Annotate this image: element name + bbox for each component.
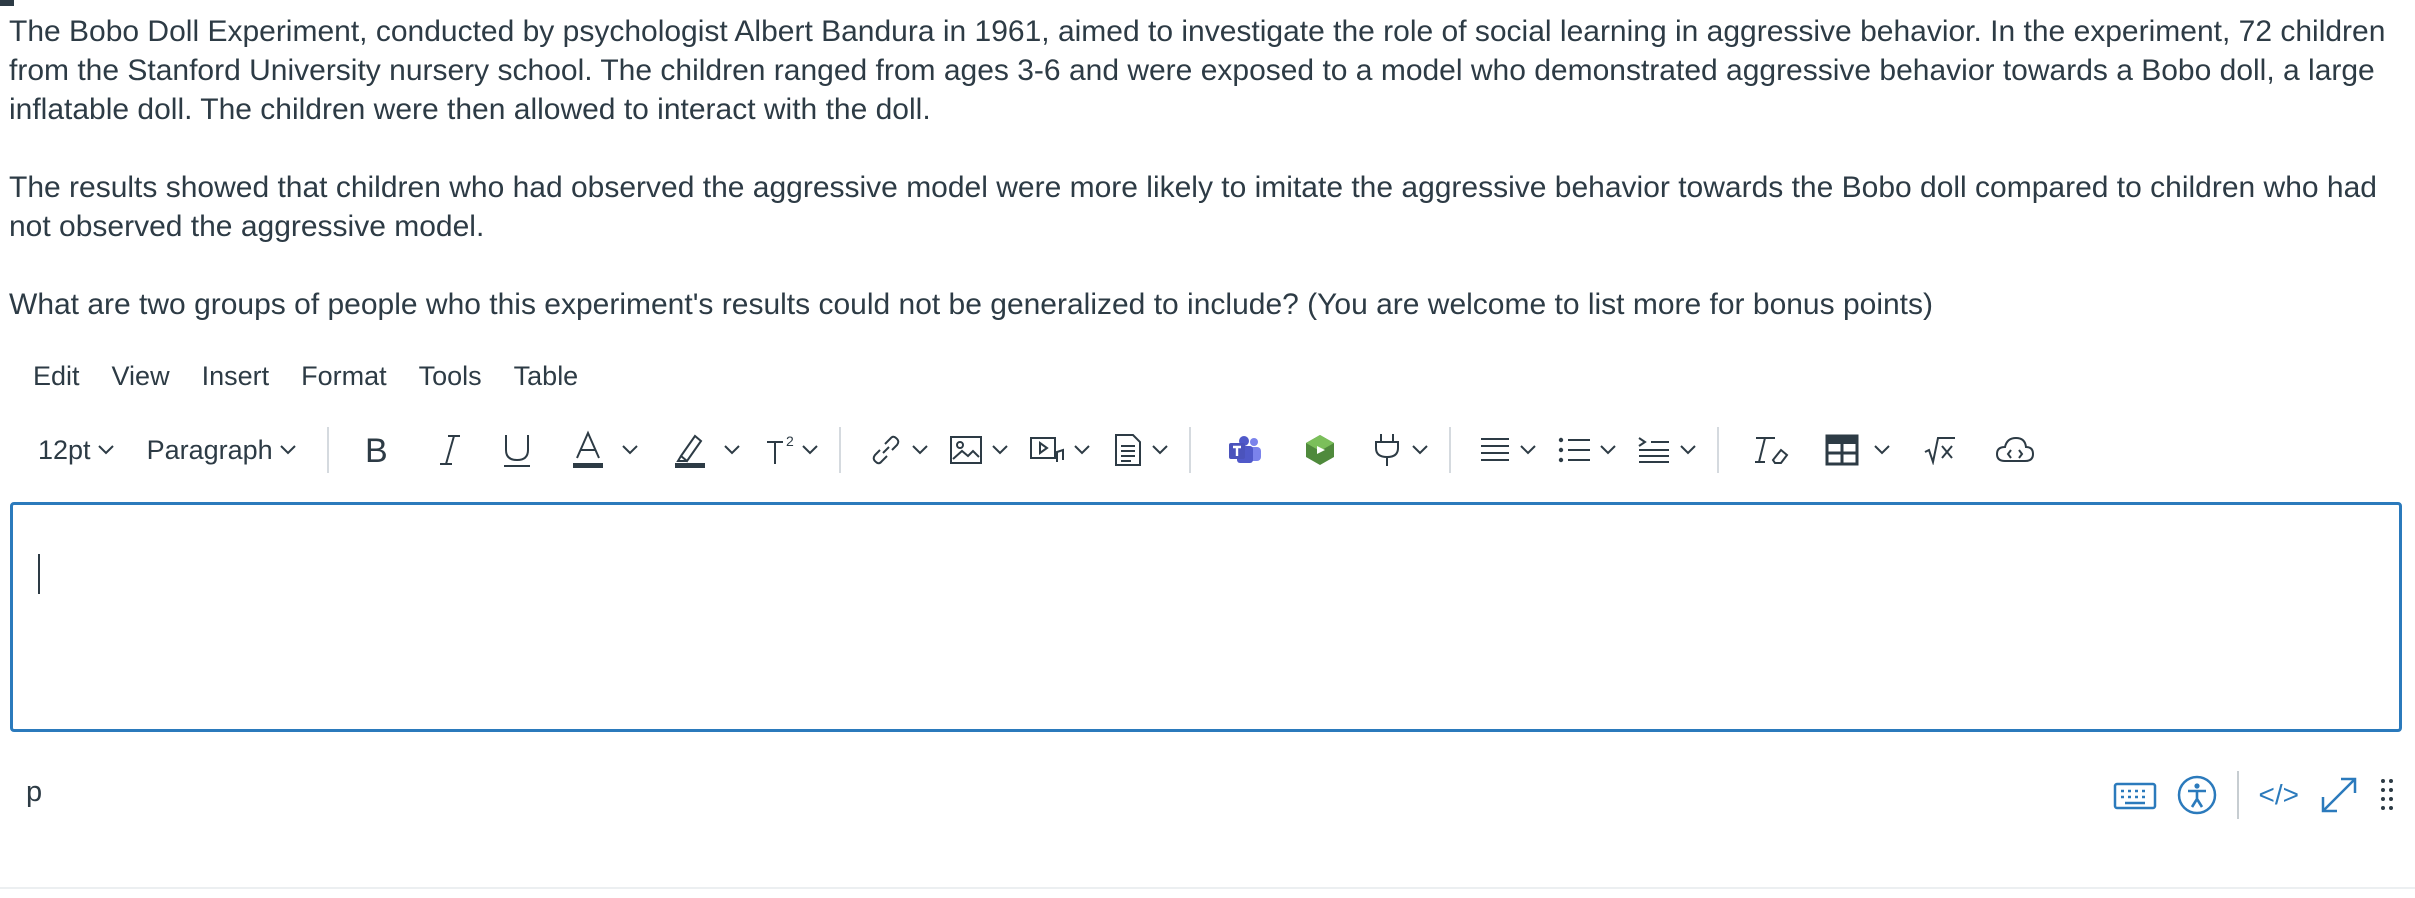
media-icon bbox=[1029, 437, 1064, 462]
menu-tools[interactable]: Tools bbox=[403, 361, 498, 392]
toolbar-separator bbox=[1188, 427, 1191, 473]
apps-button[interactable] bbox=[1303, 425, 1337, 475]
image-icon bbox=[949, 436, 982, 464]
table-button[interactable] bbox=[1825, 425, 1891, 475]
accessibility-icon bbox=[2177, 775, 2216, 815]
underline-button[interactable] bbox=[501, 425, 533, 475]
list-button[interactable] bbox=[1557, 425, 1617, 475]
list-icon bbox=[1558, 437, 1590, 463]
chevron-down-icon bbox=[1151, 445, 1168, 455]
editor-menubar: Edit View Insert Format Tools Table bbox=[0, 356, 594, 396]
menu-format[interactable]: Format bbox=[285, 361, 403, 392]
document-icon bbox=[1114, 434, 1141, 466]
teams-icon bbox=[1228, 436, 1261, 463]
question-paragraph-3: What are two groups of people who this e… bbox=[9, 288, 1933, 321]
toolbar-separator bbox=[326, 427, 329, 473]
cloud-icon bbox=[1995, 436, 2034, 462]
question-text: The Bobo Doll Experiment, conducted by p… bbox=[9, 12, 2404, 324]
code-view-label: </> bbox=[2258, 779, 2299, 810]
clear-formatting-icon bbox=[1754, 437, 1789, 464]
text-cursor bbox=[38, 554, 40, 594]
toolbar-separator bbox=[1716, 427, 1719, 473]
editor-toolbar: 12pt Paragraph B 2 bbox=[24, 425, 2035, 475]
bold-icon: B bbox=[365, 432, 388, 468]
math-button[interactable] bbox=[1923, 425, 1957, 475]
table-icon bbox=[1825, 434, 1859, 466]
text-color-icon bbox=[572, 430, 603, 468]
chevron-down-icon bbox=[723, 445, 740, 455]
svg-text:B: B bbox=[365, 432, 388, 468]
keyboard-shortcuts-button[interactable] bbox=[2113, 770, 2157, 820]
teams-button[interactable] bbox=[1227, 425, 1263, 475]
italic-button[interactable] bbox=[435, 425, 465, 475]
highlight-icon bbox=[674, 434, 705, 468]
html-editor-button[interactable]: </> bbox=[2259, 770, 2299, 820]
block-format-value: Paragraph bbox=[146, 434, 273, 465]
math-icon bbox=[1924, 437, 1955, 465]
fullscreen-button[interactable] bbox=[2319, 770, 2359, 820]
clear-formatting-button[interactable] bbox=[1753, 425, 1789, 475]
font-size-dropdown[interactable]: 12pt bbox=[38, 425, 115, 475]
cloud-button[interactable] bbox=[1995, 425, 2035, 475]
keyboard-icon bbox=[2113, 782, 2156, 810]
editor-statusbar: p </> bbox=[0, 770, 2415, 820]
link-icon bbox=[872, 435, 899, 465]
chevron-down-icon bbox=[991, 445, 1008, 455]
apps-icon bbox=[1305, 435, 1334, 465]
menu-edit[interactable]: Edit bbox=[0, 361, 96, 392]
chevron-down-icon bbox=[1599, 445, 1616, 455]
accessibility-checker-button[interactable] bbox=[2177, 770, 2217, 820]
chevron-down-icon bbox=[1873, 445, 1890, 455]
expand-icon bbox=[2321, 777, 2357, 813]
indent-button[interactable] bbox=[1637, 425, 1697, 475]
image-button[interactable] bbox=[949, 425, 1009, 475]
corner-mark bbox=[0, 0, 14, 6]
statusbar-actions: </> bbox=[2093, 770, 2395, 820]
superscript-icon: 2 bbox=[766, 433, 794, 464]
chevron-down-icon bbox=[279, 445, 296, 455]
underline-icon bbox=[503, 435, 530, 467]
block-format-dropdown[interactable]: Paragraph bbox=[147, 425, 297, 475]
bold-button[interactable]: B bbox=[361, 425, 397, 475]
font-size-value: 12pt bbox=[38, 434, 91, 465]
svg-text:2: 2 bbox=[786, 433, 794, 449]
highlight-button[interactable] bbox=[673, 425, 741, 475]
chevron-down-icon bbox=[97, 445, 114, 455]
align-icon bbox=[1480, 438, 1509, 461]
drag-handle-icon bbox=[2381, 779, 2393, 810]
chevron-down-icon bbox=[1679, 445, 1696, 455]
link-button[interactable] bbox=[869, 425, 929, 475]
chevron-down-icon bbox=[801, 445, 818, 455]
text-color-button[interactable] bbox=[571, 425, 639, 475]
align-button[interactable] bbox=[1479, 425, 1537, 475]
italic-icon bbox=[439, 435, 460, 465]
statusbar-separator bbox=[2236, 771, 2239, 819]
rich-text-editor[interactable] bbox=[10, 502, 2402, 732]
menu-insert[interactable]: Insert bbox=[186, 361, 286, 392]
plug-icon bbox=[1374, 434, 1399, 466]
chevron-down-icon bbox=[1411, 445, 1428, 455]
plugin-button[interactable] bbox=[1371, 425, 1429, 475]
bottom-divider bbox=[0, 887, 2415, 889]
menu-table[interactable]: Table bbox=[498, 361, 595, 392]
document-button[interactable] bbox=[1113, 425, 1169, 475]
toolbar-separator bbox=[838, 427, 841, 473]
indent-icon bbox=[1638, 437, 1669, 463]
chevron-down-icon bbox=[1073, 445, 1090, 455]
media-button[interactable] bbox=[1029, 425, 1091, 475]
resize-handle[interactable] bbox=[2379, 770, 2395, 820]
question-paragraph-1: The Bobo Doll Experiment, conducted by p… bbox=[9, 15, 2386, 126]
chevron-down-icon bbox=[621, 445, 638, 455]
toolbar-separator bbox=[1448, 427, 1451, 473]
chevron-down-icon bbox=[1519, 445, 1536, 455]
question-paragraph-2: The results showed that children who had… bbox=[9, 171, 2377, 243]
chevron-down-icon bbox=[911, 445, 928, 455]
menu-view[interactable]: View bbox=[96, 361, 186, 392]
superscript-button[interactable]: 2 bbox=[765, 425, 819, 475]
element-path[interactable]: p bbox=[26, 776, 42, 809]
